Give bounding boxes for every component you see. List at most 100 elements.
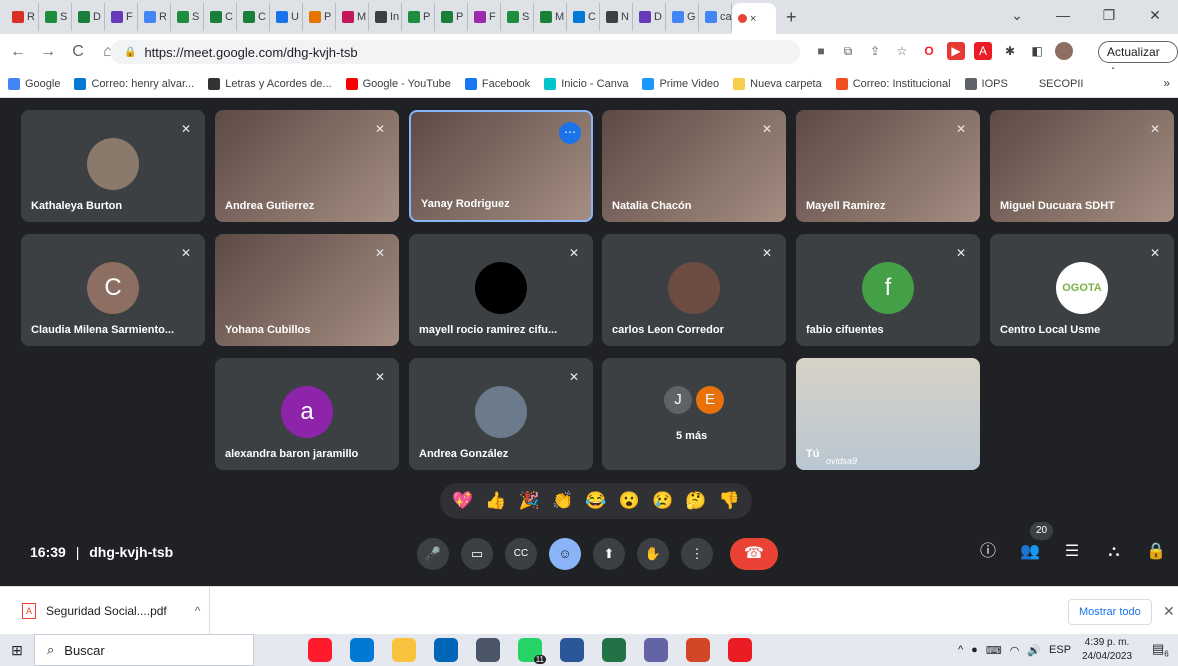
participant-tile[interactable]: Natalia Chacón ✕ xyxy=(602,110,786,222)
keyboard-icon[interactable]: ⌨ xyxy=(986,644,1002,657)
people-icon[interactable]: 👥 xyxy=(1016,538,1044,566)
bookmark-item[interactable]: Correo: Institucional xyxy=(835,77,951,90)
reaction-emoji-button[interactable]: 👍 xyxy=(485,491,506,511)
new-tab-button[interactable]: + xyxy=(786,7,797,28)
browser-tab[interactable]: P xyxy=(402,3,435,31)
open-in-app-icon[interactable]: ⧉ xyxy=(839,42,857,60)
participant-tile[interactable]: Yohana Cubillos ✕ xyxy=(215,234,399,346)
participant-tile[interactable]: mayell rocio ramirez cifu... ✕ xyxy=(409,234,593,346)
browser-tab[interactable]: U xyxy=(270,3,303,31)
participant-tile[interactable]: Miguel Ducuara SDHT ✕ xyxy=(990,110,1174,222)
camera-button[interactable]: ▭ xyxy=(461,538,493,570)
browser-icon[interactable] xyxy=(476,638,500,662)
update-button[interactable]: Actualizar ⋮ xyxy=(1098,41,1178,79)
active-browser-tab[interactable]: × xyxy=(732,3,776,34)
tile-options-icon[interactable]: ⋯ xyxy=(559,122,581,144)
reaction-emoji-button[interactable]: 💖 xyxy=(452,491,473,511)
word-icon[interactable] xyxy=(560,638,584,662)
download-expand-icon[interactable]: ^ xyxy=(195,604,201,618)
url-input[interactable]: 🔒 https://meet.google.com/dhg-kvjh-tsb xyxy=(110,40,800,64)
info-icon[interactable]: ⓘ xyxy=(974,538,1002,566)
activities-icon[interactable]: ⛬ xyxy=(1100,538,1128,566)
notification-icon[interactable]: ▤6 xyxy=(1152,641,1170,659)
bookmark-item[interactable]: Letras y Acordes de... xyxy=(208,77,332,90)
opera-extension-icon[interactable]: O xyxy=(920,42,938,60)
tray-expand-icon[interactable]: ^ xyxy=(958,644,963,656)
pdf-extension-icon[interactable]: A xyxy=(974,42,992,60)
browser-tab[interactable]: ca xyxy=(699,3,732,31)
reaction-emoji-button[interactable]: 👏 xyxy=(552,491,573,511)
close-downloads-bar-button[interactable]: ✕ xyxy=(1163,603,1175,620)
browser-tab[interactable]: D xyxy=(72,3,105,31)
chat-icon[interactable]: ☰ xyxy=(1058,538,1086,566)
bookmark-item[interactable]: Google - YouTube xyxy=(345,77,451,90)
participant-tile[interactable]: C Claudia Milena Sarmiento... ✕ xyxy=(21,234,205,346)
bookmark-item[interactable]: Facebook xyxy=(464,77,530,90)
raise-hand-button[interactable]: ✋ xyxy=(637,538,669,570)
participant-tile[interactable]: f fabio cifuentes ✕ xyxy=(796,234,980,346)
taskbar-search-box[interactable]: ⌕ Buscar xyxy=(34,634,254,666)
emoji-button[interactable]: ☺ xyxy=(549,538,581,570)
camera-indicator-icon[interactable]: ■ xyxy=(812,42,830,60)
reaction-emoji-button[interactable]: 😢 xyxy=(652,491,673,511)
participant-tile[interactable]: JE 5 más xyxy=(602,358,786,470)
taskbar-clock[interactable]: 4:39 p. m. 24/04/2023 xyxy=(1082,636,1132,664)
browser-tab[interactable]: C xyxy=(237,3,270,31)
reaction-emoji-button[interactable]: 😮 xyxy=(619,491,640,511)
bookmark-item[interactable]: SECOPII xyxy=(1021,77,1083,90)
reload-button[interactable]: C xyxy=(66,43,90,61)
participant-tile[interactable]: Yanay Rodriguez ⋯ xyxy=(409,110,593,222)
browser-tab[interactable]: F xyxy=(105,3,138,31)
close-window-button[interactable]: ✕ xyxy=(1132,0,1178,30)
maximize-button[interactable]: ❐ xyxy=(1086,0,1132,30)
participant-tile[interactable]: Andrea Gutierrez ✕ xyxy=(215,110,399,222)
opera-icon[interactable] xyxy=(308,638,332,662)
browser-tab[interactable]: S xyxy=(39,3,72,31)
minimize-button[interactable]: — xyxy=(1040,0,1086,30)
wifi-icon[interactable]: ◠ xyxy=(1010,644,1020,657)
participant-tile[interactable]: OGOTA Centro Local Usme ✕ xyxy=(990,234,1174,346)
download-item[interactable]: A Seguridad Social....pdf ^ xyxy=(0,587,210,635)
excel-icon[interactable] xyxy=(602,638,626,662)
bookmark-item[interactable]: Correo: henry alvar... xyxy=(74,77,194,90)
explorer-icon[interactable] xyxy=(392,638,416,662)
share-icon[interactable]: ⇪ xyxy=(866,42,884,60)
profile-avatar[interactable] xyxy=(1055,42,1073,60)
participant-tile[interactable]: Kathaleya Burton ✕ xyxy=(21,110,205,222)
browser-tab[interactable]: M xyxy=(336,3,369,31)
browser-tab[interactable]: C xyxy=(567,3,600,31)
mic-button[interactable]: 🎤 xyxy=(417,538,449,570)
bookmark-item[interactable]: Nueva carpeta xyxy=(733,77,822,90)
participant-tile[interactable]: Andrea González ✕ xyxy=(409,358,593,470)
browser-tab[interactable]: P xyxy=(303,3,336,31)
volume-icon[interactable]: 🔊 xyxy=(1027,644,1041,657)
browser-tab[interactable]: G xyxy=(666,3,699,31)
browser-tab[interactable]: In xyxy=(369,3,402,31)
teams-icon[interactable] xyxy=(644,638,668,662)
extensions-puzzle-icon[interactable]: ✱ xyxy=(1001,42,1019,60)
reaction-emoji-button[interactable]: 😂 xyxy=(585,491,606,511)
browser-tab[interactable]: D xyxy=(633,3,666,31)
tray-app-icon[interactable]: ● xyxy=(971,644,978,656)
bookmarks-more-button[interactable]: » xyxy=(1163,76,1170,90)
end-call-button[interactable]: ☎ xyxy=(730,538,778,570)
host-controls-lock-icon[interactable]: 🔒 xyxy=(1142,538,1170,566)
edge-icon[interactable] xyxy=(350,638,374,662)
browser-tab[interactable]: S xyxy=(171,3,204,31)
powerpoint-icon[interactable] xyxy=(686,638,710,662)
reaction-emoji-button[interactable]: 👎 xyxy=(719,491,740,511)
reaction-emoji-button[interactable]: 🎉 xyxy=(519,491,540,511)
whatsapp-icon[interactable]: 11 xyxy=(518,638,546,664)
bookmark-item[interactable]: Google xyxy=(8,77,60,90)
participant-tile[interactable]: Mayell Ramirez ✕ xyxy=(796,110,980,222)
bookmark-item[interactable]: Inicio - Canva xyxy=(544,77,628,90)
participant-tile[interactable]: a alexandra baron jaramillo ✕ xyxy=(215,358,399,470)
browser-tab[interactable]: R xyxy=(138,3,171,31)
back-button[interactable]: ← xyxy=(6,43,30,61)
bookmark-star-icon[interactable]: ☆ xyxy=(893,42,911,60)
browser-tab[interactable]: M xyxy=(534,3,567,31)
participant-tile[interactable]: carlos Leon Corredor ✕ xyxy=(602,234,786,346)
language-indicator[interactable]: ESP xyxy=(1049,644,1071,656)
more-options-button[interactable]: ⋮ xyxy=(681,538,713,570)
bookmark-item[interactable]: IOPS xyxy=(964,77,1008,90)
